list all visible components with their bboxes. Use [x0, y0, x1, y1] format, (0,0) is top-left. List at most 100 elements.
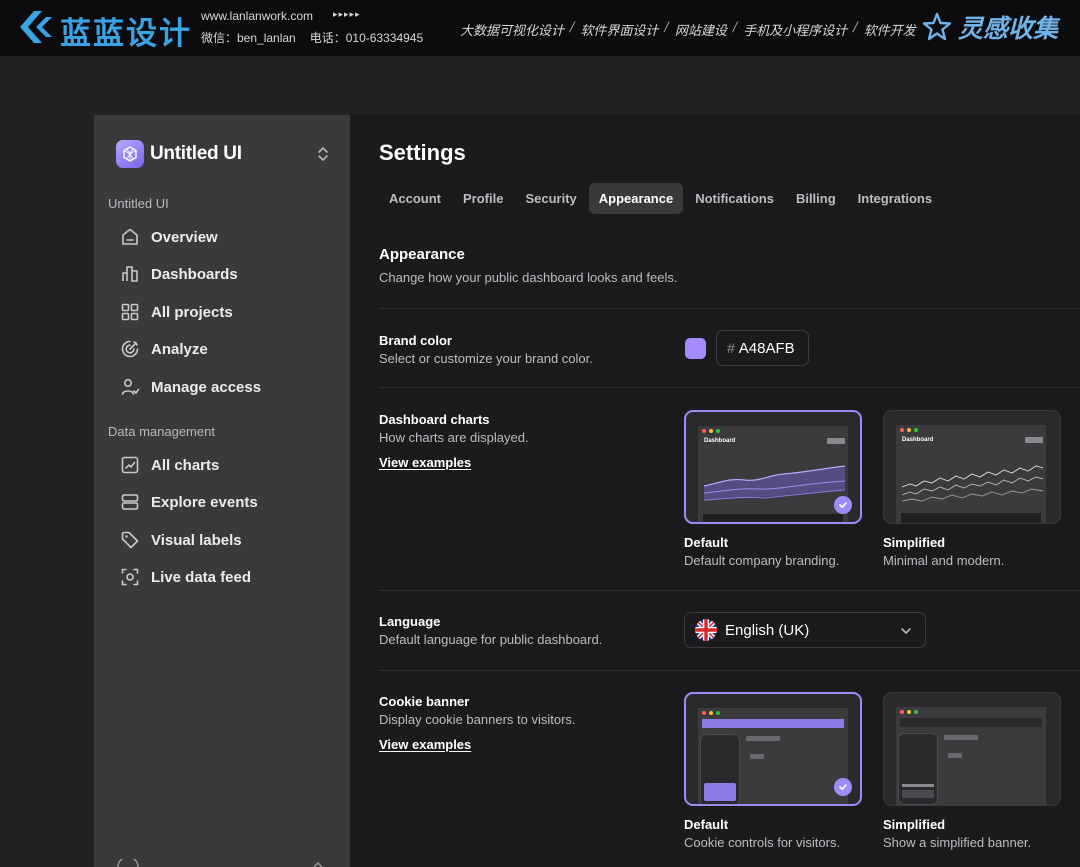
sidebar-item-all-projects[interactable]: All projects	[108, 295, 334, 329]
sidebar-item-overview[interactable]: Overview	[108, 220, 334, 254]
chart-style-simplified-card[interactable]: Dashboard	[883, 410, 1061, 524]
cookie-style-simplified-card[interactable]	[883, 692, 1061, 806]
uk-flag-icon	[695, 619, 717, 641]
sidebar-item-live-data-feed[interactable]: Live data feed	[108, 560, 334, 594]
tab-security[interactable]: Security	[515, 183, 586, 214]
tab-appearance[interactable]: Appearance	[588, 183, 684, 214]
app-window: Untitled UI Untitled UI Overview Dashboa…	[94, 115, 1080, 867]
collect-label: 灵感收集	[958, 14, 1059, 43]
cookie-preview	[896, 707, 1046, 805]
chevron-down-icon	[901, 628, 911, 634]
page-title: Settings	[379, 140, 466, 165]
preview-title: Dashboard	[902, 437, 934, 443]
sidebar-item-label: Overview	[151, 228, 218, 246]
service-item: 网站建设	[674, 24, 727, 39]
tab-billing[interactable]: Billing	[786, 183, 846, 214]
tag-icon	[119, 529, 141, 551]
chart-preview-lines	[704, 465, 845, 501]
banner-phone: 电话：010-63334945	[309, 31, 424, 45]
service-separator: /	[570, 20, 575, 35]
sidebar-item-analyze[interactable]: Analyze	[108, 332, 334, 366]
cookie-style-default-name: Default	[684, 817, 729, 832]
star-icon	[922, 12, 952, 41]
chart-style-simplified-name: Simplified	[883, 535, 946, 550]
sidebar-item-label: All charts	[151, 456, 220, 474]
sidebar: Untitled UI Untitled UI Overview Dashboa…	[94, 115, 350, 867]
selected-check-icon	[834, 778, 852, 796]
divider	[379, 590, 1080, 591]
banner-services: 大数据可视化设计 / 软件界面设计 / 网站建设 / 手机及小程序设计 / 软件…	[460, 20, 916, 39]
dashboard-charts-view-examples-link[interactable]: View examples	[379, 455, 471, 470]
nav-group-title: Data management	[108, 424, 215, 439]
language-select[interactable]: English (UK)	[684, 612, 926, 648]
chart-style-simplified-description: Minimal and modern.	[883, 553, 1005, 568]
focus-icon	[119, 566, 141, 588]
banner-collect: 灵感收集	[922, 9, 1058, 45]
banner-wechat: 微信：ben_lanlan	[201, 31, 296, 45]
chart-preview: Dashboard	[896, 425, 1046, 523]
workspace-name: Untitled UI	[150, 143, 242, 164]
service-item: 手机及小程序设计	[743, 24, 848, 39]
brand-color-input[interactable]: # A48AFB	[716, 330, 809, 366]
nav-group-title: Untitled UI	[108, 196, 169, 211]
selected-check-icon	[834, 496, 852, 514]
chart-preview-lines	[902, 465, 1043, 502]
divider	[379, 308, 1080, 309]
tab-profile[interactable]: Profile	[453, 183, 513, 214]
home-icon	[119, 226, 141, 248]
language-value: English (UK)	[725, 621, 810, 639]
banner-contact: 微信：ben_lanlan 电话：010-63334945	[201, 29, 423, 46]
cookie-style-simplified-name: Simplified	[883, 817, 946, 832]
section-title: Appearance	[379, 246, 465, 263]
chevron-selector-icon[interactable]	[316, 144, 330, 164]
grid-icon	[119, 301, 141, 323]
brand-color-label: Brand color	[379, 333, 452, 348]
chart-preview: Dashboard	[698, 426, 848, 522]
banner-arrows: ▸▸▸▸▸	[333, 9, 361, 19]
language-description: Default language for public dashboard.	[379, 632, 603, 647]
sidebar-item-label: All projects	[151, 303, 233, 321]
sidebar-item-dashboards[interactable]: Dashboards	[108, 257, 334, 291]
cookie-style-default-description: Cookie controls for visitors.	[684, 835, 841, 850]
service-item: 软件开发	[863, 24, 916, 39]
cookie-banner-view-examples-link[interactable]: View examples	[379, 737, 471, 752]
cookie-preview	[698, 708, 848, 804]
tab-account[interactable]: Account	[379, 183, 451, 214]
tab-integrations[interactable]: Integrations	[848, 183, 942, 214]
tab-notifications[interactable]: Notifications	[685, 183, 784, 214]
service-item: 软件界面设计	[580, 24, 659, 39]
sidebar-item-label: Manage access	[151, 378, 262, 396]
language-label: Language	[379, 614, 441, 629]
cookie-banner-label: Cookie banner	[379, 694, 470, 709]
preview-title: Dashboard	[704, 438, 736, 444]
sidebar-item-visual-labels[interactable]: Visual labels	[108, 523, 334, 557]
brand-color-description: Select or customize your brand color.	[379, 351, 593, 366]
service-separator: /	[664, 20, 669, 35]
sidebar-item-explore-events[interactable]: Explore events	[108, 485, 334, 519]
brand-color-value: A48AFB	[738, 339, 795, 357]
cookie-banner-description: Display cookie banners to visitors.	[379, 712, 576, 727]
divider	[379, 670, 1080, 671]
chart-style-default-card[interactable]: Dashboard	[684, 410, 862, 524]
brand-color-swatch[interactable]	[685, 338, 706, 359]
service-separator: /	[853, 20, 858, 35]
sidebar-item-all-charts[interactable]: All charts	[108, 448, 334, 482]
dashboard-charts-description: How charts are displayed.	[379, 430, 529, 445]
sidebar-item-label: Live data feed	[151, 568, 252, 586]
sidebar-item-label: Dashboards	[151, 265, 238, 283]
sidebar-item-manage-access[interactable]: Manage access	[108, 370, 334, 404]
chart-style-default-name: Default	[684, 535, 729, 550]
server-icon	[119, 491, 141, 513]
sidebar-item-label: Explore events	[151, 493, 258, 511]
chart-style-default-description: Default company branding.	[684, 553, 840, 568]
brand-name: 蓝蓝设计	[60, 16, 192, 52]
lanlan-logo-icon	[20, 11, 52, 43]
bar-chart-icon	[119, 263, 141, 285]
settings-tabs: Account Profile Security Appearance Noti…	[379, 183, 942, 214]
account-avatar-icon[interactable]	[114, 859, 330, 867]
cookie-style-default-card[interactable]	[684, 692, 862, 806]
workspace-switcher[interactable]: Untitled UI	[116, 139, 330, 169]
settings-main: Settings Account Profile Security Appear…	[350, 115, 1080, 867]
line-chart-icon	[119, 454, 141, 476]
banner-url[interactable]: www.lanlanwork.com	[201, 9, 313, 23]
